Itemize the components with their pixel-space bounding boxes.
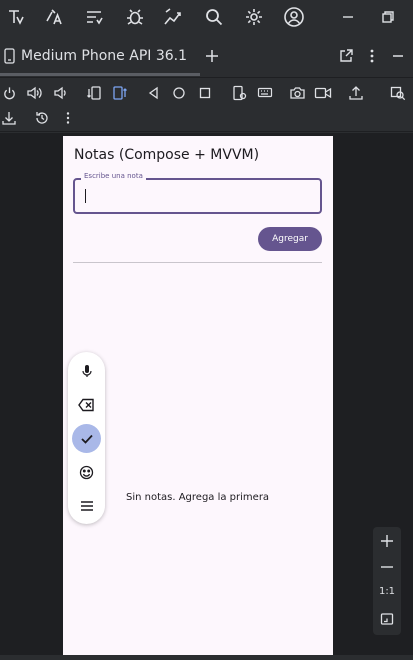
tab-underline [0,73,200,76]
keyboard-floating-toolbar [68,352,105,524]
bottom-status-strip [0,655,413,660]
overview-icon[interactable] [196,84,214,102]
divider [73,262,322,263]
screenshot-icon[interactable] [288,84,306,102]
volume-down-icon[interactable] [51,84,69,102]
zoom-area-icon[interactable] [389,84,407,102]
volume-up-icon[interactable] [25,84,43,102]
project-icon[interactable] [4,5,28,29]
history-icon[interactable] [33,109,51,127]
rotate-right-icon[interactable] [111,84,129,102]
add-tab-icon[interactable] [202,46,222,66]
keyboard-icon[interactable] [256,84,274,102]
minimize-icon[interactable] [336,5,360,29]
empty-state-text: Sin notas. Agrega la primera [126,492,270,503]
settings-icon[interactable] [242,5,266,29]
back-icon[interactable] [145,84,163,102]
power-icon[interactable] [0,84,18,102]
profiler-icon[interactable] [162,5,186,29]
note-input[interactable] [73,178,322,214]
menu-icon[interactable] [72,491,101,520]
microphone-icon[interactable] [72,356,101,385]
bug-icon[interactable] [123,5,147,29]
backspace-icon[interactable] [72,390,101,419]
device-tab[interactable]: Medium Phone API 36.1 [21,48,187,64]
translate-icon[interactable] [42,5,66,29]
search-icon[interactable] [202,5,226,29]
account-icon[interactable] [282,5,306,29]
rotate-left-icon[interactable] [85,84,103,102]
android-device-icon [2,47,18,65]
device-settings-icon[interactable] [230,84,248,102]
zoom-in-icon[interactable] [377,531,397,551]
ide-top-toolbar [0,0,413,36]
download-icon[interactable] [0,109,18,127]
more-vertical-icon[interactable] [362,46,382,66]
text-cursor [85,189,86,203]
open-external-icon[interactable] [336,46,356,66]
zoom-out-icon[interactable] [377,557,397,577]
restore-icon[interactable] [376,5,400,29]
more-options-icon[interactable] [59,109,77,127]
zoom-panel: 1:1 [373,527,401,635]
fit-screen-icon[interactable] [377,609,397,629]
share-icon[interactable] [347,84,365,102]
home-icon[interactable] [170,84,188,102]
emoji-icon[interactable] [72,458,101,487]
zoom-ratio-button[interactable]: 1:1 [373,586,401,597]
app-title: Notas (Compose + MVVM) [74,147,260,163]
check-icon[interactable] [72,424,101,453]
list-filter-icon[interactable] [82,5,106,29]
note-input-label: Escribe una nota [81,172,146,180]
add-button[interactable]: Agregar [258,227,322,251]
minimize-panel-icon[interactable] [388,46,408,66]
record-icon[interactable] [314,84,332,102]
